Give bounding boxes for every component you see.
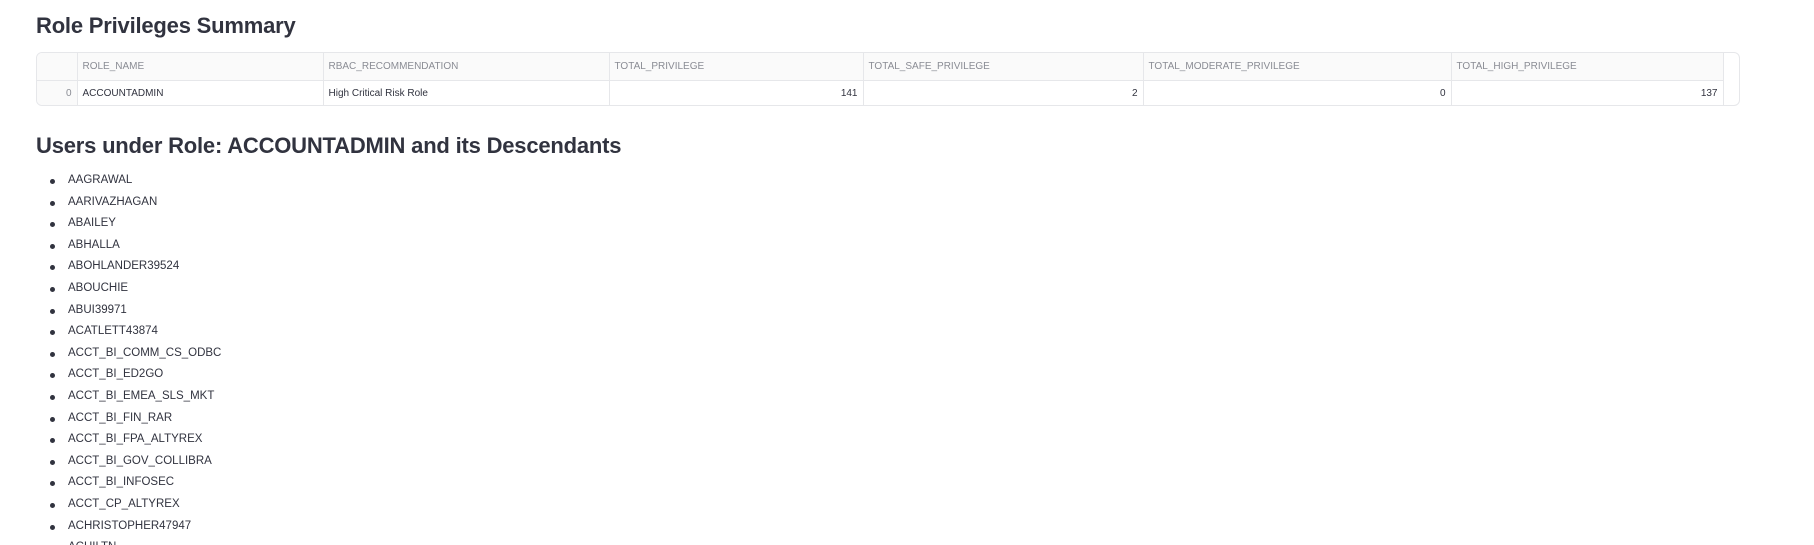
- column-header-role-name[interactable]: ROLE_NAME: [77, 53, 324, 81]
- user-name: ABOHLANDER39524: [68, 260, 180, 273]
- list-item: ACATLETT43874: [36, 321, 221, 343]
- bullet-icon: [50, 179, 55, 184]
- user-name: ACCT_BI_FPA_ALTYREX: [68, 433, 203, 446]
- bullet-icon: [50, 416, 55, 422]
- user-name: AAGRAWAL: [68, 174, 133, 186]
- user-name: ACCT_BI_EMEA_SLS_MKT: [68, 389, 215, 402]
- bullet-icon: [50, 286, 55, 292]
- bullet-icon: [50, 222, 55, 228]
- summary-table: ROLE_NAME RBAC_RECOMMENDATION TOTAL_PRIV…: [37, 53, 1724, 105]
- user-name: AARIVAZHAGAN: [68, 195, 158, 208]
- user-name: ACCT_CP_ALTYREX: [68, 497, 180, 510]
- cell-rbac-recommendation[interactable]: High Critical Risk Role: [323, 80, 610, 105]
- user-name: ACHILTN: [68, 541, 116, 545]
- list-item: ACCT_CP_ALTYREX: [36, 494, 221, 516]
- users-list: AAGRAWAL AARIVAZHAGAN ABAILEY ABHALLA ABOHLA…: [36, 170, 221, 545]
- list-item: ABHALLA: [36, 235, 221, 257]
- cell-total-high-privilege[interactable]: 137: [1451, 80, 1724, 105]
- cell-total-privilege[interactable]: 141: [609, 80, 864, 105]
- list-item: ABOUCHIE: [36, 278, 221, 300]
- cell-total-moderate-privilege[interactable]: 0: [1143, 80, 1452, 105]
- column-header-total-privilege[interactable]: TOTAL_PRIVILEGE: [609, 53, 864, 81]
- list-item: AARIVAZHAGAN: [36, 192, 221, 214]
- user-name: ACHRISTOPHER47947: [68, 519, 192, 532]
- user-name: ACCT_BI_GOV_COLLIBRA: [68, 454, 212, 467]
- bullet-icon: [50, 502, 55, 508]
- page: Role Privileges Summary ROLE_NAME RBAC_R…: [0, 0, 1814, 545]
- bullet-icon: [50, 438, 55, 444]
- user-name: ABHALLA: [68, 238, 120, 251]
- list-item: ACHILTN: [36, 537, 221, 545]
- users-title: Users under Role: ACCOUNTADMIN and its D…: [36, 133, 622, 158]
- user-name: ACCT_BI_COMM_CS_ODBC: [68, 346, 222, 359]
- bullet-icon: [50, 373, 55, 379]
- bullet-icon: [50, 394, 55, 400]
- list-item: ACCT_BI_FIN_RAR: [36, 408, 221, 430]
- list-item: ACCT_BI_FPA_ALTYREX: [36, 429, 221, 451]
- summary-dataframe[interactable]: ROLE_NAME RBAC_RECOMMENDATION TOTAL_PRIV…: [36, 52, 1740, 106]
- list-item: ACCT_BI_ED2GO: [36, 364, 221, 386]
- bullet-icon: [50, 200, 55, 206]
- user-name: ACCT_BI_INFOSEC: [68, 476, 175, 489]
- list-item: ACHRISTOPHER47947: [36, 516, 221, 538]
- bullet-icon: [50, 524, 55, 530]
- column-header-rbac-recommendation[interactable]: RBAC_RECOMMENDATION: [323, 53, 610, 81]
- bullet-icon: [50, 330, 55, 336]
- column-header-index[interactable]: [37, 53, 78, 81]
- bullet-icon: [50, 265, 55, 271]
- user-name: ACCT_BI_FIN_RAR: [68, 411, 173, 424]
- list-item: ABOHLANDER39524: [36, 256, 221, 278]
- column-header-total-high-privilege[interactable]: TOTAL_HIGH_PRIVILEGE: [1451, 53, 1724, 81]
- column-header-total-safe-privilege[interactable]: TOTAL_SAFE_PRIVILEGE: [863, 53, 1144, 81]
- column-header-total-moderate-privilege[interactable]: TOTAL_MODERATE_PRIVILEGE: [1143, 53, 1452, 81]
- list-item: ABAILEY: [36, 213, 221, 235]
- bullet-icon: [50, 243, 55, 249]
- list-item: ACCT_BI_GOV_COLLIBRA: [36, 451, 221, 473]
- summary-title: Role Privileges Summary: [36, 13, 296, 38]
- list-item: ACCT_BI_COMM_CS_ODBC: [36, 343, 221, 365]
- cell-total-safe-privilege[interactable]: 2: [863, 80, 1144, 105]
- list-item: ACCT_BI_INFOSEC: [36, 472, 221, 494]
- list-item: ACCT_BI_EMEA_SLS_MKT: [36, 386, 221, 408]
- list-item: AAGRAWAL: [36, 170, 221, 192]
- bullet-icon: [50, 351, 55, 357]
- table-header-row: ROLE_NAME RBAC_RECOMMENDATION TOTAL_PRIV…: [37, 53, 1724, 81]
- cell-role-name[interactable]: ACCOUNTADMIN: [77, 80, 324, 105]
- row-index: 0: [37, 80, 78, 105]
- user-name: ACCT_BI_ED2GO: [68, 368, 164, 381]
- user-name: ABAILEY: [68, 217, 116, 230]
- bullet-icon: [50, 481, 55, 487]
- bullet-icon: [50, 308, 55, 314]
- list-item: ABUI39971: [36, 300, 221, 322]
- user-name: ABOUCHIE: [68, 281, 129, 294]
- user-name: ACATLETT43874: [68, 325, 158, 338]
- user-name: ABUI39971: [68, 303, 127, 316]
- table-row: 0 ACCOUNTADMIN High Critical Risk Role 1…: [37, 80, 1724, 105]
- bullet-icon: [50, 459, 55, 465]
